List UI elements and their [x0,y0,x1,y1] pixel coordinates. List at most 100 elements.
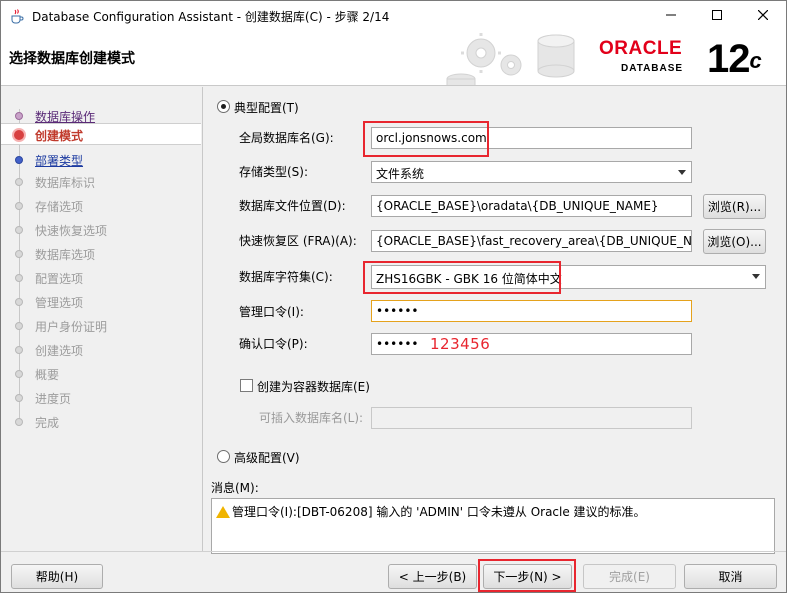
nav-step-14: 完成 [1,411,201,433]
step-marker-icon [15,178,23,186]
fra-location-input[interactable]: {ORACLE_BASE}\fast_recovery_area\{DB_UNI… [371,230,692,252]
chevron-down-icon [678,170,686,175]
charset-value: ZHS16GBK - GBK 16 位简体中文 [376,272,562,286]
global-db-name-input[interactable]: orcl.jonsnows.com [371,127,692,149]
nav-step-label: 用户身份证明 [35,320,108,334]
db-file-location-label: 数据库文件位置(D): [239,199,346,213]
nav-step-8: 配置选项 [1,267,201,289]
nav-step-12: 概要 [1,363,201,385]
nav-step-label: 部署类型 [35,154,84,168]
storage-type-value: 文件系统 [376,167,425,181]
typical-config-label: 典型配置(T) [234,101,299,115]
advanced-config-radio[interactable] [217,450,230,463]
java-cup-icon [9,8,25,24]
version-number: 12 [707,37,750,81]
step-marker-icon [15,394,23,402]
step-marker-icon [15,274,23,282]
page-title: 选择数据库创建模式 [9,51,135,67]
nav-step-label: 概要 [35,368,60,382]
charset-select[interactable]: ZHS16GBK - GBK 16 位简体中文 [371,265,766,289]
oracle-logo: ORACLE DATABASE [599,38,684,75]
typical-config-radio[interactable] [217,100,230,113]
nav-step-label: 进度页 [35,392,72,406]
warning-icon [216,505,230,518]
nav-step-label: 配置选项 [35,272,84,286]
nav-step-5: 存储选项 [1,195,201,217]
step-marker-icon [15,250,23,258]
step-marker-icon [15,112,23,120]
storage-type-label: 存储类型(S): [239,165,309,179]
admin-password-label: 管理口令(I): [239,305,304,319]
title-bar: Database Configuration Assistant - 创建数据库… [1,1,786,31]
container-db-checkbox[interactable] [240,379,253,392]
step-marker-icon [15,156,23,164]
window-title: Database Configuration Assistant - 创建数据库… [32,10,390,24]
admin-password-input[interactable]: •••••• [371,300,692,322]
close-button[interactable] [740,1,786,31]
nav-step-10: 用户身份证明 [1,315,201,337]
version-suffix: c [749,48,762,73]
minimize-button[interactable] [648,1,694,31]
confirm-password-label: 确认口令(P): [239,337,308,351]
step-marker-icon [12,128,26,142]
header-banner: 选择数据库创建模式 ORACLE DATABASE 12c [1,31,786,86]
nav-step-label: 数据库标识 [35,176,96,190]
fra-label: 快速恢复区 (FRA)(A): [239,234,357,248]
nav-step-label: 完成 [35,416,60,430]
container-db-label: 创建为容器数据库(E) [257,380,370,394]
footer-divider [1,551,786,552]
nav-step-label: 快速恢复选项 [35,224,108,238]
step-marker-icon [15,346,23,354]
back-button[interactable]: < 上一步(B) [388,564,477,589]
message-row: 管理口令(I):[DBT-06208] 输入的 'ADMIN' 口令未遵从 Or… [216,503,646,520]
message-text: 管理口令(I):[DBT-06208] 输入的 'ADMIN' 口令未遵从 Or… [232,505,646,519]
storage-type-select[interactable]: 文件系统 [371,161,692,183]
nav-step-label: 创建选项 [35,344,84,358]
cancel-button[interactable]: 取消 [684,564,777,589]
nav-step-label: 存储选项 [35,200,84,214]
db-file-location-input[interactable]: {ORACLE_BASE}\oradata\{DB_UNIQUE_NAME} [371,195,692,217]
confirm-password-input[interactable]: •••••• [371,333,692,355]
minimize-icon [666,9,676,23]
step-marker-icon [15,202,23,210]
oracle-product: DATABASE [621,63,684,74]
browse-db-location-button[interactable]: 浏览(R)... [703,194,766,219]
maximize-button[interactable] [694,1,740,31]
step-marker-icon [15,226,23,234]
nav-step-label: 管理选项 [35,296,84,310]
global-db-name-label: 全局数据库名(G): [239,131,334,145]
main-panel: 典型配置(T) 全局数据库名(G): orcl.jonsnows.com 存储类… [203,87,786,554]
help-button[interactable]: 帮助(H) [11,564,103,589]
browse-fra-button[interactable]: 浏览(O)... [703,229,766,254]
finish-button[interactable]: 完成(E) [583,564,676,589]
step-marker-icon [15,322,23,330]
gears-database-art-icon [446,33,575,85]
pdb-name-label: 可插入数据库名(L): [259,411,364,425]
nav-step-11: 创建选项 [1,339,201,361]
step-marker-icon [15,418,23,426]
step-marker-icon [15,370,23,378]
version-logo: 12c [707,34,762,84]
messages-label: 消息(M): [211,481,259,495]
steps-nav: 数据库操作 创建模式 部署类型 数据库标识 存储选项 快速恢复选项 数据库选项 配置选项 管理选… [1,87,201,551]
advanced-config-label: 高级配置(V) [234,451,300,465]
chevron-down-icon [752,274,760,279]
oracle-brand: ORACLE [599,38,683,59]
nav-step-label: 数据库选项 [35,248,96,262]
dbca-window: Database Configuration Assistant - 创建数据库… [0,0,787,593]
nav-step-4: 数据库标识 [1,171,201,193]
maximize-icon [712,9,722,23]
messages-box: 管理口令(I):[DBT-06208] 输入的 'ADMIN' 口令未遵从 Or… [211,498,775,554]
close-icon [757,9,769,23]
pdb-name-input[interactable] [371,407,692,429]
next-button[interactable]: 下一步(N) > [483,564,572,589]
nav-step-7: 数据库选项 [1,243,201,265]
password-annotation: 123456 [430,335,491,353]
charset-label: 数据库字符集(C): [239,270,333,284]
nav-step-2[interactable]: 创建模式 [1,123,201,145]
nav-step-label: 创建模式 [35,129,84,143]
nav-step-13: 进度页 [1,387,201,409]
nav-step-9: 管理选项 [1,291,201,313]
nav-step-3[interactable]: 部署类型 [1,149,201,171]
step-marker-icon [15,298,23,306]
